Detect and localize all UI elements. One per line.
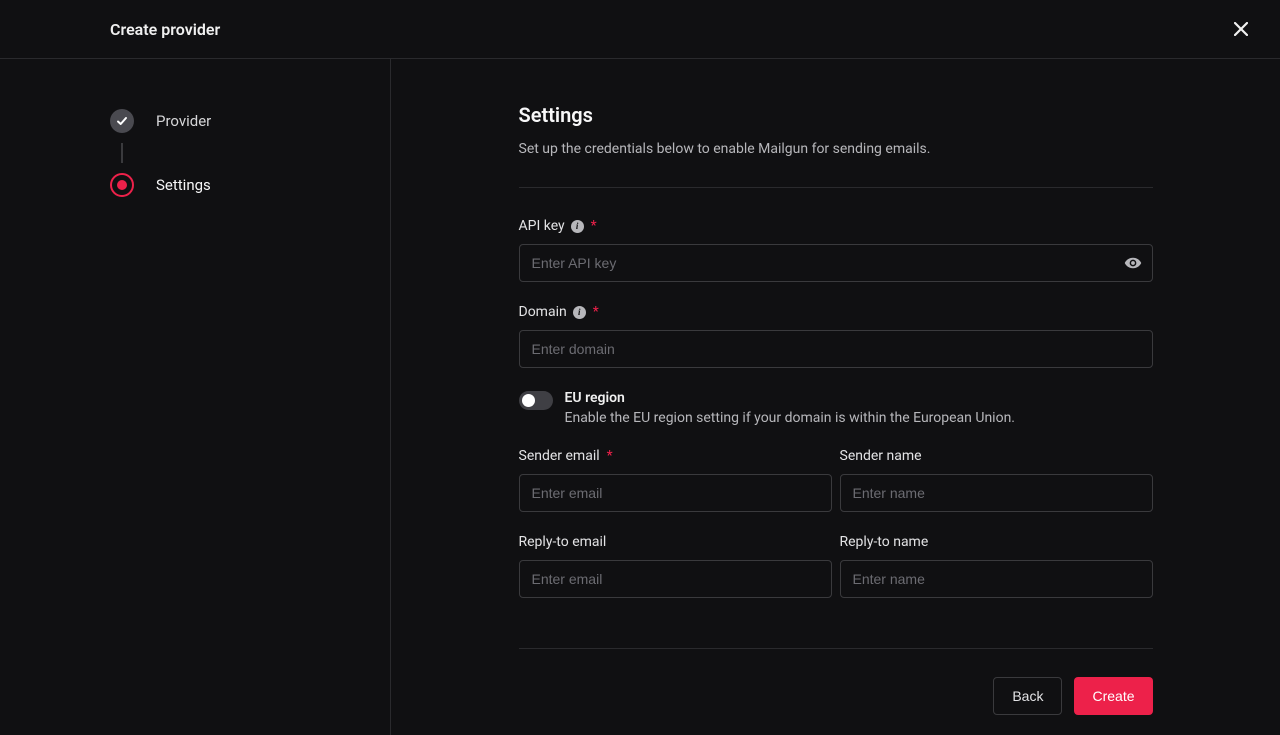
divider [519, 187, 1153, 188]
field-sender-name: Sender name [840, 448, 1153, 512]
close-button[interactable] [1226, 14, 1256, 44]
reply-email-input[interactable] [519, 560, 832, 598]
field-api-key: API key i * [519, 218, 1153, 282]
field-label: Sender email* [519, 448, 832, 464]
toggle-description: Enable the EU region setting if your dom… [565, 410, 1153, 426]
step-label: Settings [156, 176, 211, 194]
info-icon[interactable]: i [573, 306, 586, 319]
eye-icon [1124, 254, 1142, 272]
modal-title: Create provider [110, 20, 220, 39]
eu-region-toggle[interactable] [519, 391, 553, 410]
step-settings[interactable]: Settings [110, 163, 390, 207]
back-button[interactable]: Back [993, 677, 1062, 715]
step-connector [121, 143, 123, 163]
check-icon [116, 115, 128, 127]
info-icon[interactable]: i [571, 220, 584, 233]
field-label: Reply-to name [840, 534, 1153, 550]
step-provider[interactable]: Provider [110, 99, 390, 143]
step-completed-icon [110, 109, 134, 133]
step-sidebar: Provider Settings [0, 59, 391, 735]
modal-body: Provider Settings Settings Set up the cr… [0, 59, 1280, 735]
field-label: API key i * [519, 218, 1153, 234]
field-label: Reply-to email [519, 534, 832, 550]
create-button[interactable]: Create [1074, 677, 1152, 715]
toggle-title: EU region [565, 390, 1153, 406]
sender-name-input[interactable] [840, 474, 1153, 512]
required-asterisk: * [593, 304, 599, 320]
modal-header: Create provider [0, 0, 1280, 59]
required-asterisk: * [607, 448, 613, 464]
field-eu-region: EU region Enable the EU region setting i… [519, 390, 1153, 426]
api-key-input[interactable] [519, 244, 1153, 282]
field-sender-email: Sender email* [519, 448, 832, 512]
main-panel: Settings Set up the credentials below to… [391, 59, 1280, 735]
step-label: Provider [156, 112, 211, 130]
field-reply-name: Reply-to name [840, 534, 1153, 598]
reply-name-input[interactable] [840, 560, 1153, 598]
required-asterisk: * [591, 218, 597, 234]
settings-form: Settings Set up the credentials below to… [519, 103, 1153, 735]
field-label: Domain i * [519, 304, 1153, 320]
section-title: Settings [519, 103, 1153, 127]
field-domain: Domain i * [519, 304, 1153, 368]
sender-email-input[interactable] [519, 474, 832, 512]
step-active-icon [110, 173, 134, 197]
divider [519, 648, 1153, 649]
close-icon [1234, 22, 1248, 36]
toggle-visibility-button[interactable] [1123, 253, 1143, 273]
domain-input[interactable] [519, 330, 1153, 368]
field-label: Sender name [840, 448, 1153, 464]
form-footer: Back Create [519, 677, 1153, 715]
field-reply-email: Reply-to email [519, 534, 832, 598]
section-description: Set up the credentials below to enable M… [519, 141, 1153, 157]
